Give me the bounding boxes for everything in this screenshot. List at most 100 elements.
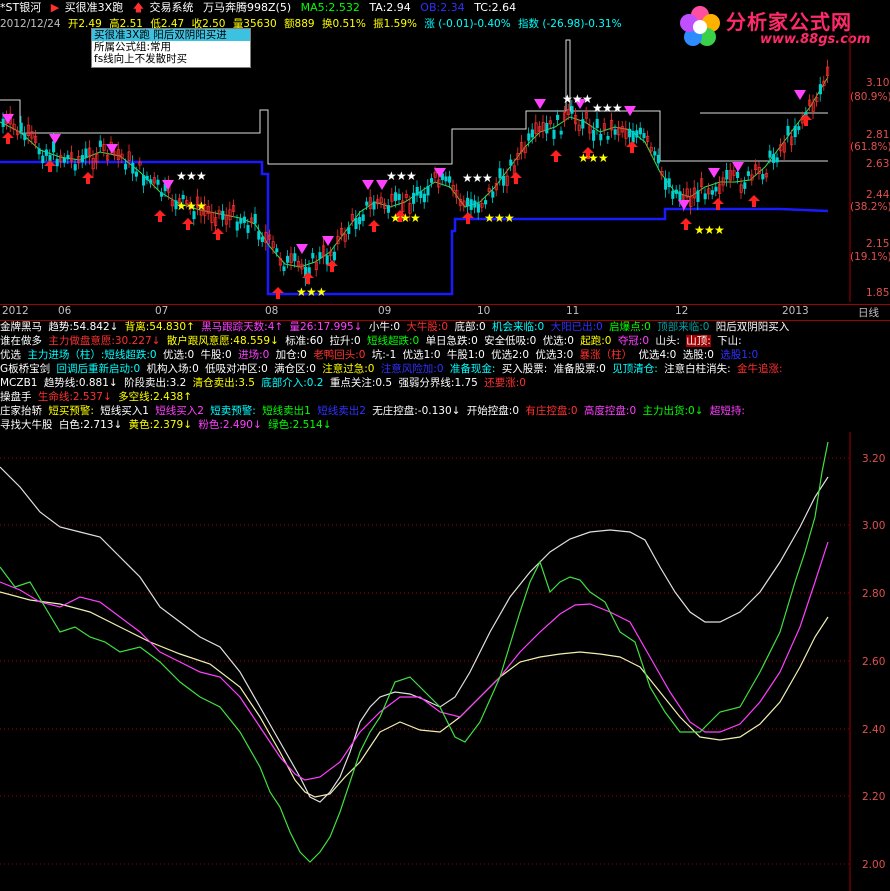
candle-body [599,133,603,141]
pink-triangle-icon [362,180,374,190]
ind7-title[interactable]: 庄家抬轿 [0,405,42,417]
candle-body [664,178,668,190]
indicator-row-2: 谁在做多 主力做盘意愿:30.227↓ 散户跟风意愿:48.559↓ 标准:60… [0,334,890,348]
red-up-arrow-icon [680,218,692,230]
ind7-v5: 短线卖出1 [262,405,311,417]
candle-body [221,210,225,220]
date-axis: 2012 06 07 08 09 10 11 12 2013 日线 [0,304,890,321]
low-axis-7: 2.00 [862,859,885,871]
ind2-v8: 优选:0 [542,335,574,347]
ind4-title[interactable]: G板桥宝剑 [0,363,50,375]
date-label-12: 12 [675,305,689,317]
quote-index: 指数 (-26.98)-0.31% [518,18,622,30]
red-up-arrow-icon [748,195,760,207]
ind5-title[interactable]: MCZB1 [0,377,37,389]
ind2-v10: 夺冠:0 [617,335,650,347]
quote-change: 涨 (-0.01)-0.40% [424,18,511,30]
red-up-arrow-icon [462,212,474,224]
candle-body [476,203,480,213]
candle-body [44,149,48,156]
ind7-v1: 短买预警: [48,405,94,417]
low-axis-6: 2.20 [862,791,885,803]
formula-name-2[interactable]: 万马奔腾998Z(5) [203,1,291,14]
candle-body [365,201,369,206]
ind5-v1: 趋势线:0.881↓ [43,377,118,389]
red-up-arrow-icon [550,150,562,162]
ind4-v5: 注意过急:0 [322,363,375,375]
ind2-v2: 散户跟风意愿:48.559↓ [166,335,279,347]
ind2-v3: 标准:60 [285,335,324,347]
ind3-title[interactable]: 优选 [0,349,21,361]
candle-body [509,159,513,166]
candle-body [286,255,290,263]
period-label[interactable]: 日线 [858,305,879,320]
ind1-v1: 趋势:54.842↓ [48,321,119,333]
ind2-title[interactable]: 谁在做多 [0,335,42,347]
candle-body [430,178,434,183]
candle-body [62,157,66,163]
ind7-v4: 短卖预警: [210,405,256,417]
low-axis-2: 3.00 [862,520,885,532]
red-up-arrow-icon [212,228,224,240]
ind6-title[interactable]: 操盘手 [0,391,32,403]
ind1-v12: 阳后双阴阳买入 [715,321,790,333]
candle-body [559,130,563,135]
candle-body [797,126,801,131]
candle-body [397,193,401,200]
candle-body [318,252,322,259]
candle-body [448,176,452,183]
indicator-row-5: MCZB1 趋势线:0.881↓ 阶段卖出:3.2 清仓卖出:3.5 底部介入:… [0,376,890,390]
formula-name[interactable]: 买很准3X跑 [65,1,124,14]
candle-body [354,217,358,230]
axis-pct-1: (80.9%) [850,91,890,103]
star-icon: ★ [316,285,327,299]
pink-triangle-icon [534,99,546,109]
ind3-v5: 加仓:0 [275,349,307,361]
ind2-v11: 山头: [655,335,680,347]
candle-body [667,178,671,188]
candle-body [372,201,376,210]
ind5-v4: 底部介入:0.2 [261,377,324,389]
candle-body [635,130,639,138]
candle-body [325,255,329,265]
candle-body [19,122,23,132]
ind1-v3: 黑马跟踪天数:4↑ [201,321,284,333]
candle-body [242,216,246,223]
ind5-v2: 阶段卖出:3.2 [124,377,187,389]
candle-body [775,157,779,163]
candle-body [613,129,617,135]
lower-indicator-chart[interactable]: 3.20 3.00 2.80 2.60 2.40 2.20 2.00 [0,432,890,891]
ind1-v4: 量26:17.995↓ [289,321,363,333]
quote-date: 2012/12/24 [0,18,61,30]
low-axis-1: 3.20 [862,453,885,465]
price-chart[interactable]: ★ ★ ★★ ★ ★★ ★ ★★ ★ ★★ ★ ★★ ★ ★★ ★ ★★ ★ ★★ ★ ★★ ★ ★★ ★ ★ 3.10 (… [0,32,890,302]
ind1-v7: 底部:0 [454,321,486,333]
stock-name[interactable]: *ST银河 [0,1,41,14]
candle-body [581,119,585,129]
system-name[interactable]: 交易系统 [150,1,194,14]
candle-body [419,191,423,198]
ind1-title[interactable]: 金牌黑马 [0,321,42,333]
candle-body [545,123,549,134]
ind8-green: 绿色:2.514↓ [268,419,332,431]
candle-body [80,155,84,163]
white-line [0,466,829,803]
ind6-v2: 多空线:2.438↑ [118,391,192,403]
red-up-arrow-icon [154,210,166,222]
candle-body [671,190,675,199]
ind2-v12: 山顶: [686,335,711,347]
up-arrow-icon: 🡅 [132,1,145,14]
ind4-v12: 金牛追涨: [736,363,783,375]
candle-body [473,200,477,208]
candle-body [484,200,488,205]
candle-body [257,231,261,240]
ind4-v3: 低吸对冲区:0 [205,363,268,375]
ind8-title[interactable]: 寻找大牛股 [0,419,53,431]
date-label-2013: 2013 [782,305,809,317]
red-up-arrow-icon [510,172,522,184]
pink-triangle-icon [49,134,61,144]
ind3-v11: 优选3:0 [535,349,574,361]
ind7-v12: 超短持: [709,405,745,417]
date-label-11: 11 [566,305,580,317]
ind5-v5: 重点关注:0.5 [329,377,393,389]
